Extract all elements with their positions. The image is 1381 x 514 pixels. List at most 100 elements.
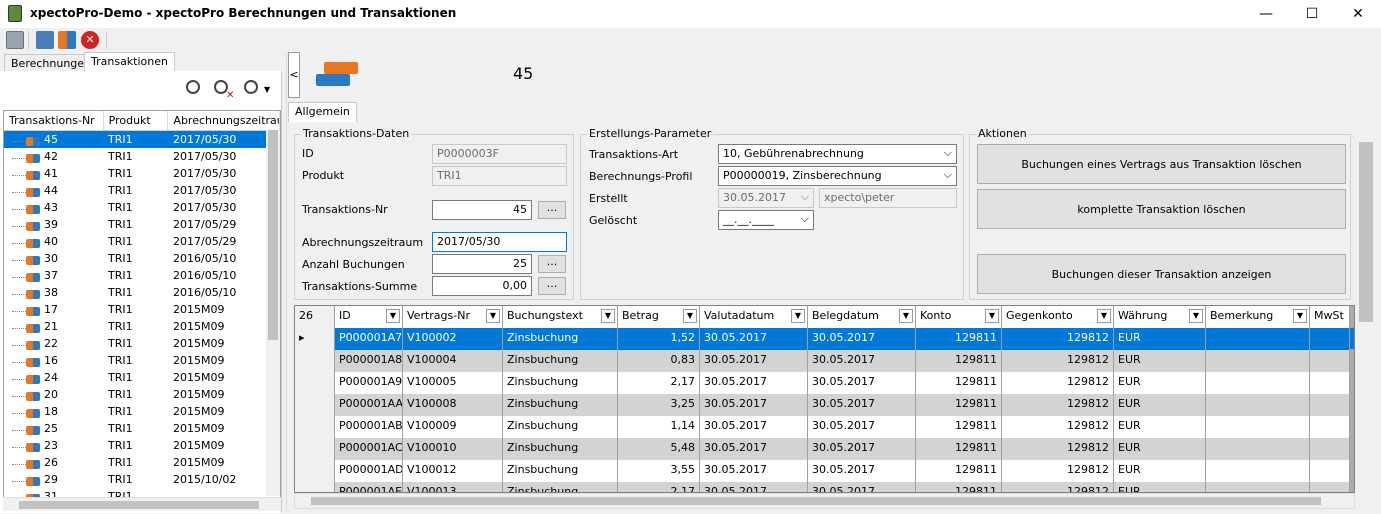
grid-cell[interactable]: 129812 bbox=[1002, 416, 1114, 438]
grid-cell[interactable]: EUR bbox=[1114, 482, 1206, 492]
grid-cell[interactable] bbox=[1206, 372, 1310, 394]
grid-cell[interactable]: 30.05.2017 bbox=[808, 460, 916, 482]
grid-cell[interactable]: P000001A7 bbox=[335, 328, 403, 350]
tree-row[interactable]: 18 TRI1 2015M09 bbox=[4, 403, 280, 420]
grid-cell[interactable] bbox=[1206, 328, 1310, 350]
grid-cell[interactable]: 129811 bbox=[916, 394, 1002, 416]
grid-cell[interactable]: Zinsbuchung bbox=[503, 438, 618, 460]
tree-row[interactable]: 17 TRI1 2015M09 bbox=[4, 301, 280, 318]
grid-header-cell[interactable]: Gegenkonto ▼ bbox=[1002, 306, 1114, 328]
tree-row[interactable]: 26 TRI1 2015M09 bbox=[4, 454, 280, 471]
tree-row[interactable]: 39 TRI1 2017/05/29 bbox=[4, 216, 280, 233]
scroll-thumb[interactable] bbox=[1359, 142, 1373, 322]
grid-cell[interactable]: 30.05.2017 bbox=[808, 394, 916, 416]
grid-cell[interactable]: Zinsbuchung bbox=[503, 394, 618, 416]
transfer-icon[interactable] bbox=[58, 31, 76, 49]
grid-header-cell[interactable]: Betrag ▼ bbox=[618, 306, 700, 328]
berechnungs-profil-select[interactable]: P00000019, Zinsberechnung bbox=[718, 166, 957, 186]
tree-vertical-scrollbar[interactable] bbox=[266, 130, 280, 496]
grid-cell[interactable]: 30.05.2017 bbox=[808, 438, 916, 460]
tree-row[interactable]: 23 TRI1 2015M09 bbox=[4, 437, 280, 454]
grid-cell[interactable]: 2,17 bbox=[618, 372, 700, 394]
grid-cell[interactable]: 0,83 bbox=[618, 350, 700, 372]
transaction-tree[interactable]: Transaktions-Nr Produkt Abrechnungszeitr… bbox=[3, 110, 281, 498]
grid-cell[interactable] bbox=[1310, 394, 1350, 416]
grid-cell[interactable]: V100008 bbox=[403, 394, 503, 416]
grid-cell[interactable]: 30.05.2017 bbox=[700, 416, 808, 438]
grid-cell[interactable]: 129811 bbox=[916, 416, 1002, 438]
tree-row[interactable]: 45 TRI1 2017/05/30 bbox=[4, 131, 280, 148]
grid-cell[interactable]: 30.05.2017 bbox=[700, 460, 808, 482]
grid-cell[interactable] bbox=[1310, 416, 1350, 438]
transaktions-nr-field[interactable]: 45 bbox=[432, 200, 532, 220]
header-transaktions-nr[interactable]: Transaktions-Nr bbox=[4, 111, 104, 130]
grid-cell[interactable]: P000001AB bbox=[335, 416, 403, 438]
grid-cell[interactable]: 3,55 bbox=[618, 460, 700, 482]
delete-contract-bookings-button[interactable]: Buchungen eines Vertrags aus Transaktion… bbox=[977, 144, 1346, 184]
search-icon[interactable] bbox=[186, 80, 200, 94]
chevron-down-icon[interactable]: ▼ bbox=[1189, 309, 1203, 323]
grid-row[interactable]: P000001AE V100013 Zinsbuchung 2,17 30.05.201… bbox=[295, 482, 1354, 492]
tree-row[interactable]: 37 TRI1 2016/05/10 bbox=[4, 267, 280, 284]
grid-cell[interactable] bbox=[1310, 460, 1350, 482]
tab-allgemein[interactable]: Allgemein bbox=[288, 102, 357, 122]
grid-cell[interactable]: V100004 bbox=[403, 350, 503, 372]
maximize-button[interactable]: ☐ bbox=[1289, 0, 1335, 28]
grid-cell[interactable]: EUR bbox=[1114, 438, 1206, 460]
show-bookings-button[interactable]: Buchungen dieser Transaktion anzeigen bbox=[977, 254, 1346, 294]
grid-header-cell[interactable]: Bemerkung ▼ bbox=[1206, 306, 1310, 328]
tree-horizontal-scrollbar[interactable] bbox=[3, 497, 281, 511]
tree-row[interactable]: 20 TRI1 2015M09 bbox=[4, 386, 280, 403]
grid-row[interactable]: ▸ P000001A7 V100002 Zinsbuchung 1,52 30.05.20… bbox=[295, 328, 1354, 350]
tree-row[interactable]: 29 TRI1 2015/10/02 bbox=[4, 471, 280, 488]
tree-row[interactable]: 30 TRI1 2016/05/10 bbox=[4, 250, 280, 267]
search-settings-icon[interactable] bbox=[244, 80, 258, 94]
grid-row[interactable]: P000001AA V100008 Zinsbuchung 3,25 30.05.201… bbox=[295, 394, 1354, 416]
grid-cell[interactable] bbox=[1206, 416, 1310, 438]
grid-cell[interactable]: EUR bbox=[1114, 416, 1206, 438]
grid-cell[interactable]: 129811 bbox=[916, 482, 1002, 492]
grid-row[interactable]: P000001A9 V100005 Zinsbuchung 2,17 30.05.201… bbox=[295, 372, 1354, 394]
grid-cell[interactable]: 30.05.2017 bbox=[700, 482, 808, 492]
row-header[interactable]: ▸ bbox=[295, 328, 335, 350]
grid-cell[interactable]: V100013 bbox=[403, 482, 503, 492]
grid-cell[interactable]: 129812 bbox=[1002, 438, 1114, 460]
grid-cell[interactable]: 129812 bbox=[1002, 350, 1114, 372]
grid-cell[interactable]: 30.05.2017 bbox=[808, 416, 916, 438]
scroll-thumb[interactable] bbox=[311, 497, 1321, 505]
save-icon[interactable] bbox=[6, 31, 24, 49]
scroll-thumb[interactable] bbox=[19, 501, 259, 509]
tree-row[interactable]: 40 TRI1 2017/05/29 bbox=[4, 233, 280, 250]
close-button[interactable]: ✕ bbox=[1335, 0, 1381, 28]
grid-cell[interactable]: P000001AD bbox=[335, 460, 403, 482]
row-header[interactable] bbox=[295, 460, 335, 482]
minimize-button[interactable]: — bbox=[1243, 0, 1289, 28]
chevron-down-icon[interactable]: ▼ bbox=[1293, 309, 1307, 323]
grid-row[interactable]: P000001A8 V100004 Zinsbuchung 0,83 30.05.201… bbox=[295, 350, 1354, 372]
grid-cell[interactable] bbox=[1310, 350, 1350, 372]
tree-row[interactable]: 16 TRI1 2015M09 bbox=[4, 352, 280, 369]
grid-cell[interactable]: P000001A9 bbox=[335, 372, 403, 394]
grid-cell[interactable] bbox=[1206, 350, 1310, 372]
abrechnungszeitraum-field[interactable]: 2017/05/30 bbox=[432, 232, 567, 252]
grid-cell[interactable]: P000001AE bbox=[335, 482, 403, 492]
grid-cell[interactable]: EUR bbox=[1114, 328, 1206, 350]
grid-cell[interactable] bbox=[1310, 328, 1350, 350]
grid-cell[interactable]: 30.05.2017 bbox=[700, 438, 808, 460]
geloescht-date-field[interactable]: __.__.____ bbox=[718, 210, 814, 230]
grid-cell[interactable]: 129812 bbox=[1002, 328, 1114, 350]
grid-cell[interactable]: Zinsbuchung bbox=[503, 372, 618, 394]
chevron-down-icon[interactable]: ▼ bbox=[791, 309, 805, 323]
grid-cell[interactable]: 129811 bbox=[916, 460, 1002, 482]
grid-cell[interactable]: EUR bbox=[1114, 350, 1206, 372]
grid-cell[interactable] bbox=[1206, 482, 1310, 492]
grid-cell[interactable]: 1,14 bbox=[618, 416, 700, 438]
grid-cell[interactable] bbox=[1310, 482, 1350, 492]
grid-cell[interactable]: 30.05.2017 bbox=[700, 328, 808, 350]
delete-transaction-button[interactable]: komplette Transaktion löschen bbox=[977, 189, 1346, 229]
grid-cell[interactable]: P000001A8 bbox=[335, 350, 403, 372]
transaktions-summe-ellipsis-button[interactable]: ... bbox=[538, 277, 566, 295]
grid-header-cell[interactable]: Währung ▼ bbox=[1114, 306, 1206, 328]
tree-row[interactable]: 21 TRI1 2015M09 bbox=[4, 318, 280, 335]
tree-row[interactable]: 22 TRI1 2015M09 bbox=[4, 335, 280, 352]
